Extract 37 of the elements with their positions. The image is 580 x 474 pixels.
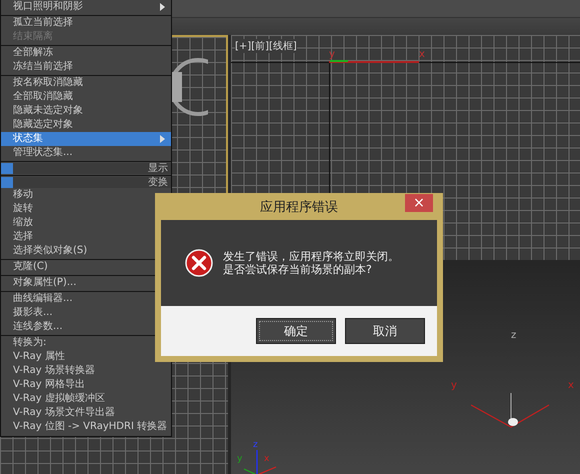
menu-item[interactable]: 视口照明和阴影: [1, 0, 171, 14]
menu-header-label: 变换: [148, 178, 169, 188]
axis-label: z: [253, 441, 258, 450]
dialog-button[interactable]: 取消: [345, 318, 425, 344]
menu-item[interactable]: 全部取消隐藏: [1, 90, 171, 104]
menu-item[interactable]: V-Ray 场景文件导出器: [1, 406, 171, 420]
submenu-arrow-icon: [160, 135, 165, 143]
menu-item[interactable]: V-Ray 场景转换器: [1, 364, 171, 378]
menu-header-label: 显示: [148, 164, 169, 174]
close-button[interactable]: ×: [405, 194, 433, 212]
submenu-arrow-icon: [160, 3, 165, 11]
dialog-title: 应用程序错误: [260, 198, 338, 216]
axis-tripod-drawing: [243, 448, 277, 474]
menu-item[interactable]: 全部解冻: [1, 45, 171, 60]
menu-item[interactable]: 隐藏未选定对象: [1, 104, 171, 118]
dialog-button[interactable]: 确定: [256, 318, 336, 344]
axis-label: x: [568, 381, 574, 391]
menu-item[interactable]: 状态集: [1, 132, 171, 146]
axis-label: z: [511, 331, 516, 341]
menu-item[interactable]: 孤立当前选择: [1, 15, 171, 30]
axis-label: y: [451, 381, 457, 391]
viewport-label[interactable]: [+][前][线框]: [235, 39, 297, 53]
menu-item[interactable]: 隐藏选定对象: [1, 118, 171, 132]
menu-item[interactable]: 冻结当前选择: [1, 60, 171, 74]
axis-label: x: [419, 50, 425, 60]
menu-item[interactable]: V-Ray 位图 -> VRayHDRI 转换器: [1, 420, 171, 434]
y-axis-line: [330, 60, 348, 62]
menu-item[interactable]: 按名称取消隐藏: [1, 75, 171, 90]
axis-label: y: [329, 50, 335, 60]
menu-item[interactable]: V-Ray 虚拟帧缓冲区: [1, 392, 171, 406]
error-icon: [185, 249, 213, 277]
menu-item[interactable]: V-Ray 网格导出: [1, 378, 171, 392]
menu-item[interactable]: 管理状态集...: [1, 146, 171, 160]
axis-label: x: [264, 455, 270, 464]
quad-marker-icon: [1, 177, 13, 188]
axis-label: y: [237, 455, 242, 464]
quad-marker-icon: [1, 163, 13, 174]
